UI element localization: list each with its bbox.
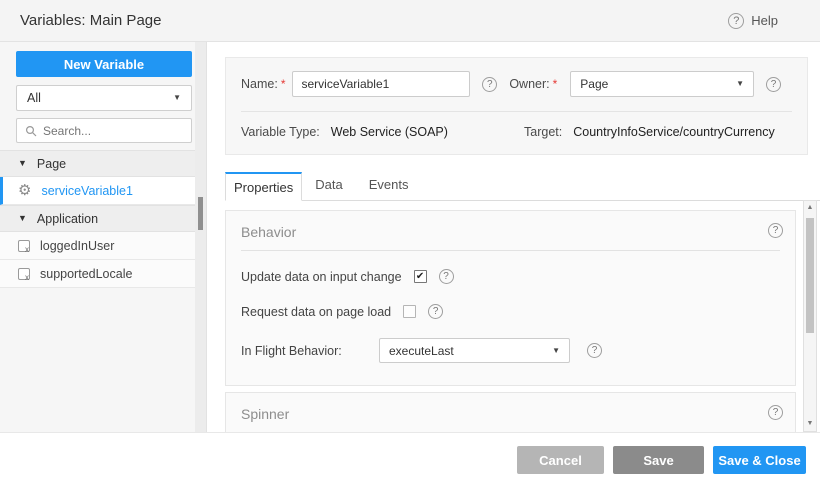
collapse-triangle-icon: ▼ xyxy=(18,214,27,223)
cancel-button[interactable]: Cancel xyxy=(517,446,604,474)
name-help-icon[interactable]: ? xyxy=(482,77,497,92)
update-data-checkbox[interactable]: ✔ xyxy=(414,270,427,283)
target-value: CountryInfoService/countryCurrency xyxy=(573,125,774,139)
sidebar-scrollbar[interactable] xyxy=(195,42,206,432)
action-footer: Cancel Save Save & Close xyxy=(0,432,820,487)
variable-type-label: Variable Type: xyxy=(241,125,320,139)
spinner-help-icon[interactable]: ? xyxy=(768,405,783,420)
search-box xyxy=(16,118,192,143)
save-button[interactable]: Save xyxy=(613,446,704,474)
help-icon: ? xyxy=(728,13,744,29)
chevron-down-icon: ▼ xyxy=(736,80,744,88)
sidebar-scrollbar-thumb[interactable] xyxy=(198,197,203,230)
collapse-triangle-icon: ▼ xyxy=(18,159,27,168)
request-data-checkbox[interactable]: ✔ xyxy=(403,305,416,318)
tree-group-application[interactable]: ▼ Application xyxy=(0,205,196,232)
new-variable-button[interactable]: New Variable xyxy=(16,51,192,77)
in-flight-help-icon[interactable]: ? xyxy=(587,343,602,358)
variable-filter-select[interactable]: All ▼ xyxy=(16,85,192,111)
chevron-down-icon: ▼ xyxy=(173,94,181,102)
scroll-up-icon[interactable]: ▲ xyxy=(804,202,816,214)
web-service-variable-icon: ⚙ xyxy=(18,183,31,198)
tree-item-supportedlocale[interactable]: x supportedLocale xyxy=(0,260,196,288)
help-button[interactable]: ? Help xyxy=(728,13,778,29)
name-label: Name: xyxy=(241,77,278,91)
save-and-close-button[interactable]: Save & Close xyxy=(713,446,806,474)
search-icon xyxy=(25,125,37,137)
required-mark: * xyxy=(281,77,286,91)
spinner-section-title: Spinner xyxy=(226,393,795,422)
in-flight-row: In Flight Behavior: executeLast ▼ ? xyxy=(241,338,780,363)
app-body: New Variable All ▼ ▼ Page ⚙ serviceVaria… xyxy=(0,42,820,432)
name-owner-row: Name: * ? Owner: * Page ▼ ? xyxy=(226,58,807,97)
tree-item-label: serviceVariable1 xyxy=(41,184,132,198)
properties-scrollbar-thumb[interactable] xyxy=(806,218,814,333)
owner-label: Owner: xyxy=(509,77,549,91)
spinner-section: Spinner ? xyxy=(225,392,796,432)
name-input[interactable] xyxy=(292,71,471,97)
tab-data[interactable]: Data xyxy=(302,171,355,200)
chevron-down-icon: ▼ xyxy=(552,347,560,355)
variable-filter-value: All xyxy=(27,91,41,105)
variable-type-value: Web Service (SOAP) xyxy=(331,125,448,139)
owner-help-icon[interactable]: ? xyxy=(766,77,781,92)
target-label: Target: xyxy=(524,125,562,139)
tab-events[interactable]: Events xyxy=(356,171,422,200)
behavior-help-icon[interactable]: ? xyxy=(768,223,783,238)
request-data-label: Request data on page load xyxy=(241,305,391,319)
variables-sidebar: New Variable All ▼ ▼ Page ⚙ serviceVaria… xyxy=(0,42,207,432)
properties-scrollbar[interactable]: ▲ ▼ xyxy=(803,200,817,432)
scroll-down-icon[interactable]: ▼ xyxy=(804,418,816,430)
section-divider xyxy=(241,250,780,251)
static-variable-icon: x xyxy=(18,240,30,252)
target-pair: Target: CountryInfoService/countryCurren… xyxy=(524,125,775,139)
request-data-help-icon[interactable]: ? xyxy=(428,304,443,319)
behavior-section-title: Behavior xyxy=(226,211,795,240)
tree-item-loggedinuser[interactable]: x loggedInUser xyxy=(0,232,196,260)
static-variable-icon: x xyxy=(18,268,30,280)
tree-item-servicevariable1[interactable]: ⚙ serviceVariable1 xyxy=(0,177,196,205)
tab-properties[interactable]: Properties xyxy=(225,172,302,201)
in-flight-label: In Flight Behavior: xyxy=(241,344,367,358)
update-data-row: Update data on input change ✔ ? xyxy=(241,269,780,284)
owner-value: Page xyxy=(580,77,608,91)
update-data-label: Update data on input change xyxy=(241,270,402,284)
in-flight-value: executeLast xyxy=(389,344,454,358)
tree-group-label: Page xyxy=(37,157,66,171)
in-flight-select[interactable]: executeLast ▼ xyxy=(379,338,570,363)
editor-tabbar: Properties Data Events xyxy=(225,172,820,201)
tree-group-page[interactable]: ▼ Page xyxy=(0,150,196,177)
page-title: Variables: Main Page xyxy=(20,12,161,29)
owner-select[interactable]: Page ▼ xyxy=(570,71,754,97)
behavior-section: Behavior ? Update data on input change ✔… xyxy=(225,210,796,386)
variable-editor: Name: * ? Owner: * Page ▼ ? Variable Typ… xyxy=(207,42,820,432)
sidebar-content: New Variable All ▼ ▼ Page ⚙ serviceVaria… xyxy=(0,51,196,288)
variable-type-pair: Variable Type: Web Service (SOAP) xyxy=(241,125,524,139)
required-mark: * xyxy=(553,77,558,91)
variable-summary-panel: Name: * ? Owner: * Page ▼ ? Variable Typ… xyxy=(225,57,808,155)
search-input[interactable] xyxy=(43,124,183,138)
tree-item-label: loggedInUser xyxy=(40,239,114,253)
app-header: Variables: Main Page ? Help xyxy=(0,0,820,42)
tree-item-label: supportedLocale xyxy=(40,267,132,281)
checkmark-icon: ✔ xyxy=(416,272,424,282)
request-data-row: Request data on page load ✔ ? xyxy=(241,304,780,319)
tree-group-label: Application xyxy=(37,212,98,226)
type-target-row: Variable Type: Web Service (SOAP) Target… xyxy=(226,112,807,139)
help-label: Help xyxy=(751,13,778,28)
update-data-help-icon[interactable]: ? xyxy=(439,269,454,284)
